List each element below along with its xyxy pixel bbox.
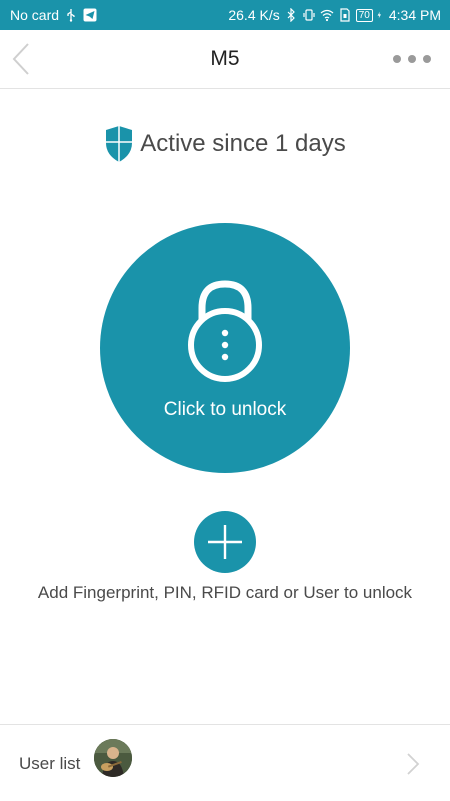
add-credential-button[interactable] xyxy=(194,511,256,573)
unlock-label: Click to unlock xyxy=(163,399,287,420)
header: M5 xyxy=(0,30,450,89)
network-speed: 26.4 K/s xyxy=(228,7,280,23)
telegram-icon xyxy=(83,8,97,22)
charging-icon xyxy=(377,11,381,19)
clock: 4:34 PM xyxy=(388,7,441,23)
active-since-text: Active since 1 days xyxy=(140,130,346,157)
status-bar-right: 26.4 K/s 70 4:34 PM xyxy=(228,7,441,23)
carrier-text: No card xyxy=(10,7,60,23)
sim-icon xyxy=(340,8,350,22)
active-status: Active since 1 days xyxy=(0,124,450,164)
status-bar: No card 26.4 K/s 70 4:34 PM xyxy=(0,0,450,30)
page-title: M5 xyxy=(210,47,240,70)
more-button[interactable] xyxy=(392,50,432,68)
status-bar-left: No card xyxy=(10,7,97,23)
bluetooth-icon xyxy=(287,8,295,22)
shield-icon xyxy=(106,126,133,162)
avatar-image xyxy=(94,739,132,777)
usb-icon xyxy=(67,9,75,22)
more-dots-icon xyxy=(393,55,431,63)
user-list-row[interactable]: User list xyxy=(0,724,450,801)
unlock-button[interactable]: Click to unlock xyxy=(100,223,350,473)
vibrate-icon xyxy=(303,9,315,21)
battery-icon: 70 xyxy=(355,8,373,22)
wifi-icon xyxy=(320,9,334,22)
avatar xyxy=(94,739,132,777)
add-hint-text: Add Fingerprint, PIN, RFID card or User … xyxy=(37,583,413,602)
plus-icon xyxy=(208,525,242,559)
lock-icon xyxy=(188,280,262,382)
user-list-label: User list xyxy=(19,754,81,773)
chevron-right-icon xyxy=(407,753,420,775)
